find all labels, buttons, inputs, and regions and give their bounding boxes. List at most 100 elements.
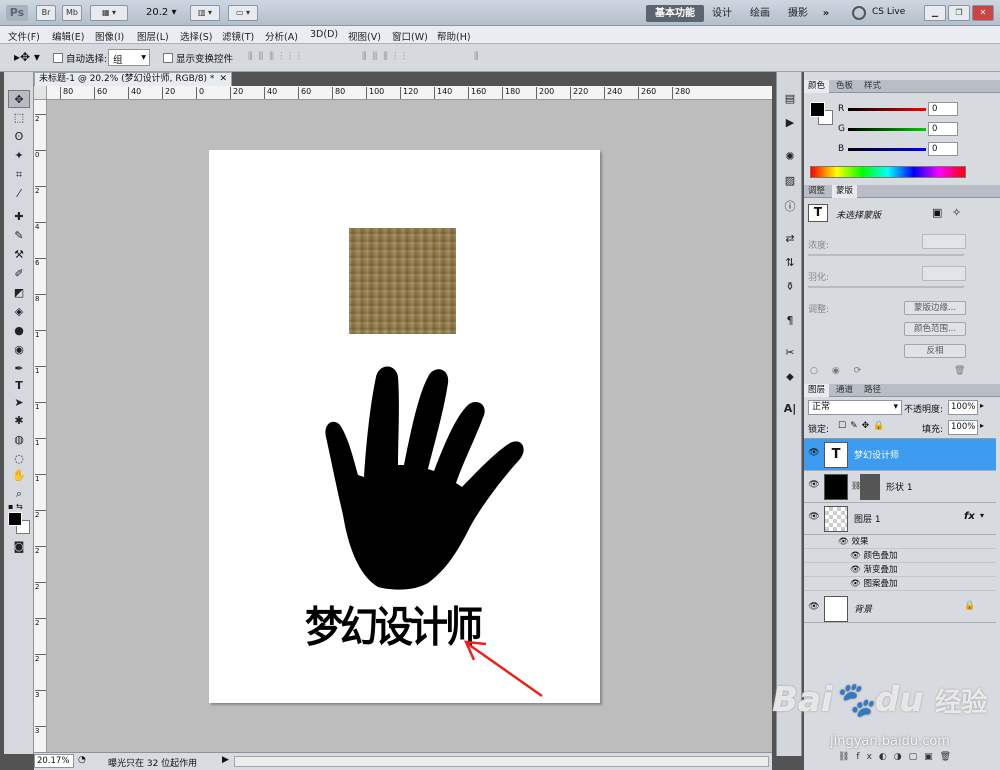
expand-effects-icon[interactable]: ▾ — [980, 511, 984, 520]
workspace-design[interactable]: 设计 — [706, 5, 738, 22]
tab-swatches[interactable]: 色板 — [832, 80, 857, 93]
mask-edge-button[interactable]: 蒙版边缘... — [904, 301, 966, 315]
effects-header-row[interactable]: 👁 效果 — [804, 535, 996, 549]
auto-align-button[interactable]: ⫴ — [474, 50, 479, 64]
actions-panel-icon[interactable]: ▶ — [781, 116, 799, 132]
foreground-color-swatch[interactable] — [8, 512, 22, 526]
mask-panel-bottom-icons[interactable]: ○◉⟳ — [810, 366, 875, 376]
document-tab[interactable]: 未标题-1 @ 20.2% (梦幻设计师, RGB/8) * ✕ — [34, 72, 232, 86]
layer-row-background[interactable]: 👁 背景 🔒 — [804, 593, 996, 623]
crop-tool-icon[interactable]: ⌗ — [8, 166, 30, 184]
menu-3d[interactable]: 3D(D) — [310, 29, 338, 40]
close-button[interactable]: ✕ — [972, 5, 994, 21]
effect-row-pattern-overlay[interactable]: 👁 图案叠加 — [804, 577, 996, 591]
history-panel-icon[interactable]: ▤ — [781, 92, 799, 108]
red-channel-value[interactable]: 0 — [928, 102, 958, 116]
ruler-origin[interactable] — [34, 86, 47, 100]
status-menu-arrow[interactable]: ▶ — [222, 755, 229, 765]
effect-row-color-overlay[interactable]: 👁 颜色叠加 — [804, 549, 996, 563]
character-type-icon[interactable]: A| — [781, 402, 799, 418]
lasso-tool-icon[interactable]: ʘ — [8, 128, 30, 146]
align-buttons-group[interactable]: ⫴⫴⫴⫶⫶⫶ — [248, 50, 306, 64]
history-brush-tool-icon[interactable]: ✐ — [8, 265, 30, 283]
auto-select-target-select[interactable]: 组 ▾ — [108, 49, 150, 66]
layer-row-pattern[interactable]: 👁 图层 1 fx ▾ — [804, 503, 996, 535]
green-channel-slider[interactable] — [848, 128, 926, 131]
menu-window[interactable]: 窗口(W) — [392, 29, 428, 43]
feather-slider[interactable] — [808, 286, 964, 288]
artwork-text-layer[interactable]: 梦幻设计师 — [305, 593, 483, 654]
vector-mask-icon[interactable]: ✧ — [952, 206, 961, 219]
eye-icon[interactable]: 👁 — [850, 551, 864, 561]
eye-icon[interactable]: 👁 — [850, 565, 864, 575]
blue-channel-slider[interactable] — [848, 148, 926, 151]
healing-brush-tool-icon[interactable]: ✚ — [8, 208, 30, 226]
tab-styles[interactable]: 样式 — [860, 80, 885, 93]
marquee-tool-icon[interactable]: ⬚ — [8, 109, 30, 127]
arrange-documents-dropdown[interactable]: ▥ ▾ — [190, 5, 220, 21]
show-transform-checkbox[interactable] — [163, 53, 173, 63]
color-spectrum-bar[interactable] — [810, 166, 966, 178]
hand-tool-icon[interactable]: ✋ — [8, 467, 30, 485]
zoom-percentage-field[interactable]: 20.17% — [34, 754, 74, 768]
menu-help[interactable]: 帮助(H) — [437, 29, 471, 43]
tab-masks[interactable]: 蒙版 — [832, 185, 858, 198]
menu-select[interactable]: 选择(S) — [180, 29, 212, 43]
path-selection-tool-icon[interactable]: ➤ — [8, 394, 30, 412]
eyedropper-tool-icon[interactable]: ⁄ — [8, 185, 30, 203]
tool-presets-panel-icon[interactable]: ⇄ — [781, 232, 799, 248]
eye-icon[interactable]: 👁 — [850, 579, 864, 589]
screen-mode-dropdown[interactable]: ▭ ▾ — [228, 5, 258, 21]
eye-icon[interactable]: 👁 — [838, 537, 852, 547]
animation-panel-icon[interactable]: ⚱ — [781, 280, 799, 296]
visibility-eye-icon[interactable]: 👁 — [808, 512, 820, 524]
density-slider[interactable] — [808, 254, 964, 256]
info-panel-icon[interactable]: ⓘ — [781, 198, 799, 214]
visibility-eye-icon[interactable]: 👁 — [808, 602, 820, 614]
zoom-tool-icon[interactable]: ⌕ — [8, 485, 30, 503]
auto-select-checkbox[interactable] — [53, 53, 63, 63]
close-document-icon[interactable]: ✕ — [219, 73, 227, 86]
more-workspaces-button[interactable]: » — [816, 5, 836, 22]
mask-delete-icon[interactable]: 🗑 — [954, 366, 965, 376]
brushes-panel-icon[interactable]: ✺ — [781, 150, 799, 166]
fill-slider-arrow[interactable]: ▸ — [980, 421, 984, 430]
workspace-essentials[interactable]: 基本功能 — [646, 5, 704, 22]
cs-live-button[interactable]: CS Live — [872, 7, 905, 17]
fill-field[interactable]: 100% — [948, 420, 978, 435]
workspace-painting[interactable]: 绘画 — [744, 5, 776, 22]
clone-stamp-tool-icon[interactable]: ⚒ — [8, 246, 30, 264]
menu-view[interactable]: 视图(V) — [348, 29, 381, 43]
styles-panel-icon[interactable]: ⬥ — [781, 370, 799, 386]
menu-file[interactable]: 文件(F) — [8, 29, 40, 43]
layers-panel-bottom-icons[interactable]: ⛓fx◐◑▢▣🗑 — [838, 752, 958, 762]
pen-tool-icon[interactable]: ✒ — [8, 360, 30, 378]
feather-field[interactable] — [922, 266, 966, 281]
menu-edit[interactable]: 编辑(E) — [52, 29, 84, 43]
clone-source-panel-icon[interactable]: ▨ — [781, 174, 799, 190]
layer-effects-icon[interactable]: fx — [964, 511, 975, 522]
green-channel-value[interactable]: 0 — [928, 122, 958, 136]
3d-orbit-tool-icon[interactable]: ◌ — [8, 450, 30, 468]
menu-image[interactable]: 图像(I) — [95, 29, 124, 43]
menu-layer[interactable]: 图层(L) — [137, 29, 169, 43]
blend-mode-select[interactable]: 正常 ▾ — [808, 400, 902, 415]
tab-adjustments[interactable]: 调整 — [804, 185, 829, 198]
3d-rotate-tool-icon[interactable]: ◍ — [8, 431, 30, 449]
character-panel-icon[interactable]: ✂ — [781, 346, 799, 362]
lock-buttons-group[interactable]: ☐✎✥🔒 — [838, 421, 888, 431]
tab-color[interactable]: 颜色 — [804, 80, 830, 93]
effect-row-gradient-overlay[interactable]: 👁 渐变叠加 — [804, 563, 996, 577]
color-panel-foreground-swatch[interactable] — [810, 102, 825, 117]
type-tool-icon[interactable]: T — [8, 377, 30, 395]
opacity-slider-arrow[interactable]: ▸ — [980, 401, 984, 410]
tab-layers[interactable]: 图层 — [804, 384, 830, 397]
density-field[interactable] — [922, 234, 966, 249]
tab-channels[interactable]: 通道 — [832, 384, 857, 397]
opacity-field[interactable]: 100% — [948, 400, 978, 415]
move-tool-preset-icon[interactable]: ▸✥ ▾ — [14, 50, 40, 64]
pixel-mask-icon[interactable]: ▣ — [932, 206, 942, 219]
minimize-button[interactable]: ▁ — [924, 5, 946, 21]
zoom-level-dropdown[interactable]: 20.2 ▾ — [146, 7, 176, 18]
workspace-photography[interactable]: 摄影 — [782, 5, 814, 22]
